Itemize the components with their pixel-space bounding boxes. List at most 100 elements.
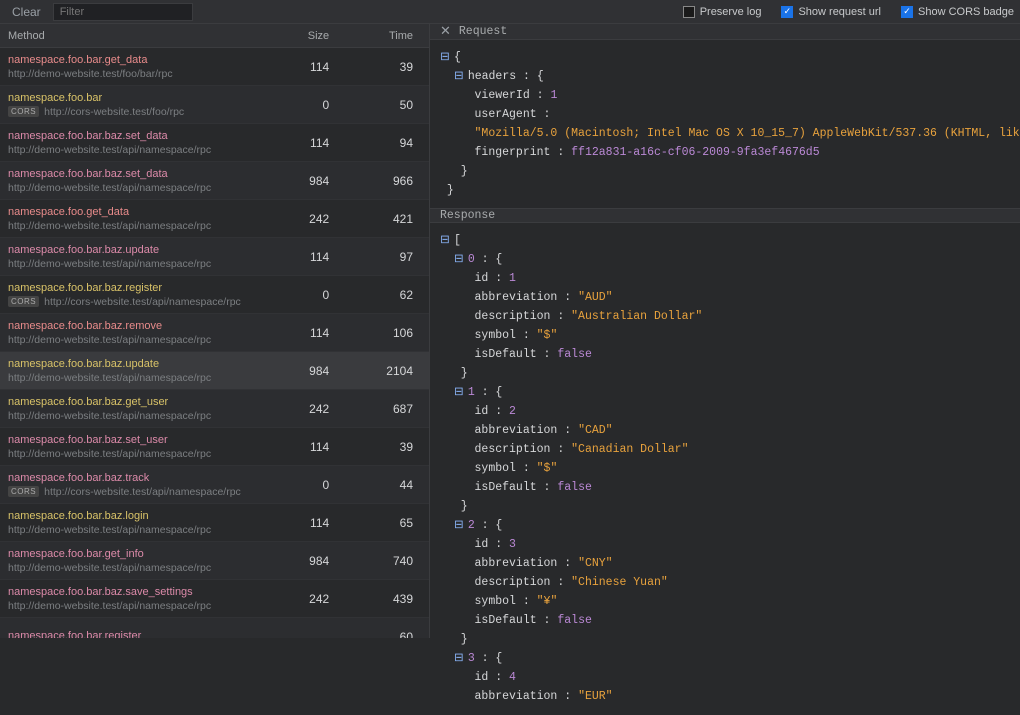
table-row[interactable]: namespace.foo.bar.baz.set_data http://dem… <box>0 124 429 162</box>
response-title: Response <box>440 209 495 222</box>
time-cell: 94 <box>349 136 429 150</box>
method-name: namespace.foo.bar.baz.get_user <box>8 396 269 408</box>
table-row[interactable]: namespace.foo.bar.baz.get_user http://dem… <box>0 390 429 428</box>
table-row[interactable]: namespace.foo.bar.baz.set_datahttp://dem… <box>0 162 429 200</box>
collapse-icon[interactable]: ⊟ <box>440 231 450 250</box>
method-url: CORShttp://cors-website.test/api/namespa… <box>8 296 269 308</box>
time-cell: 44 <box>349 478 429 492</box>
request-header: ✕ Request <box>430 24 1020 40</box>
size-cell: 984 <box>269 364 349 378</box>
size-cell: 984 <box>269 554 349 568</box>
cors-badge: CORS <box>8 486 39 497</box>
filter-input[interactable] <box>53 3 193 21</box>
method-name: namespace.foo.bar.baz.set_user <box>8 434 269 446</box>
time-cell: 60 <box>349 630 429 639</box>
checkbox-label: Show request url <box>798 6 881 18</box>
method-name: namespace.foo.bar <box>8 92 269 104</box>
checkbox-icon <box>683 6 695 18</box>
size-cell: 242 <box>269 592 349 606</box>
time-cell: 421 <box>349 212 429 226</box>
cors-badge: CORS <box>8 106 39 117</box>
table-row[interactable]: namespace.foo.bar.baz.save_settings http:… <box>0 580 429 618</box>
col-time[interactable]: Time <box>349 30 429 42</box>
time-cell: 62 <box>349 288 429 302</box>
method-name: namespace.foo.bar.baz.login <box>8 510 269 522</box>
method-url: http://demo-website.test/api/namespace/r… <box>8 220 269 232</box>
method-url: CORShttp://cors-website.test/foo/rpc <box>8 106 269 118</box>
table-row[interactable]: namespace.foo.bar.baz.trackCORShttp://co… <box>0 466 429 504</box>
checkbox-icon <box>781 6 793 18</box>
method-url: http://demo-website.test/api/namespace/r… <box>8 562 269 574</box>
time-cell: 687 <box>349 402 429 416</box>
checkbox-label: Show CORS badge <box>918 6 1014 18</box>
collapse-icon[interactable]: ⊟ <box>454 67 464 86</box>
time-cell: 65 <box>349 516 429 530</box>
method-url: http://demo-website.test/api/namespace/r… <box>8 524 269 536</box>
method-name: namespace.foo.bar.baz.update <box>8 244 269 256</box>
size-cell: 114 <box>269 250 349 264</box>
size-cell: 984 <box>269 174 349 188</box>
method-name: namespace.foo.bar.baz.remove <box>8 320 269 332</box>
method-url: http://demo-website.test/api/namespace/r… <box>8 410 269 422</box>
toolbar: Clear Preserve log Show request url Show… <box>0 0 1020 24</box>
preserve-log-checkbox[interactable]: Preserve log <box>683 6 762 18</box>
time-cell: 39 <box>349 60 429 74</box>
collapse-icon[interactable]: ⊟ <box>454 383 464 402</box>
method-name: namespace.foo.bar.baz.track <box>8 472 269 484</box>
size-cell: 242 <box>269 212 349 226</box>
detail-panel: ✕ Request ⊟{ ⊟headers : { viewerId : 1 u… <box>430 24 1020 638</box>
table-row[interactable]: namespace.foo.bar.baz.login http://demo-w… <box>0 504 429 542</box>
collapse-icon[interactable]: ⊟ <box>454 250 464 269</box>
request-body: ⊟{ ⊟headers : { viewerId : 1 userAgent :… <box>430 40 1020 208</box>
collapse-icon[interactable]: ⊟ <box>440 48 450 67</box>
method-url: http://demo-website.test/api/namespace/r… <box>8 334 269 346</box>
time-cell: 39 <box>349 440 429 454</box>
collapse-icon[interactable]: ⊟ <box>454 516 464 535</box>
collapse-icon[interactable]: ⊟ <box>454 649 464 668</box>
table-row[interactable]: namespace.foo.bar CORShttp://cors-website… <box>0 86 429 124</box>
response-body: ⊟[ ⊟0 : { id : 1 abbreviation : "AUD" de… <box>430 223 1020 714</box>
method-url: http://demo-website.test/api/namespace/r… <box>8 144 269 156</box>
table-row[interactable]: namespace.foo.bar.baz.set_userhttp://dem… <box>0 428 429 466</box>
request-title: Request <box>459 25 507 38</box>
time-cell: 50 <box>349 98 429 112</box>
table-header: Method Size Time <box>0 24 429 48</box>
method-name: namespace.foo.bar.baz.set_data <box>8 130 269 142</box>
method-name: namespace.foo.bar.get_info <box>8 548 269 560</box>
method-name: namespace.foo.bar.baz.save_settings <box>8 586 269 598</box>
time-cell: 966 <box>349 174 429 188</box>
time-cell: 106 <box>349 326 429 340</box>
method-name: namespace.foo.get_data <box>8 206 269 218</box>
col-size[interactable]: Size <box>269 30 349 42</box>
method-name: namespace.foo.bar.baz.update <box>8 358 269 370</box>
show-request-url-checkbox[interactable]: Show request url <box>781 6 881 18</box>
table-row[interactable]: namespace.foo.get_data http://demo-websit… <box>0 200 429 238</box>
time-cell: 740 <box>349 554 429 568</box>
show-cors-badge-checkbox[interactable]: Show CORS badge <box>901 6 1014 18</box>
table-row[interactable]: namespace.foo.bar.baz.updatehttp://demo-… <box>0 352 429 390</box>
col-method[interactable]: Method <box>0 30 269 42</box>
size-cell: 114 <box>269 326 349 340</box>
table-row[interactable]: namespace.foo.bar.baz.register CORShttp:/… <box>0 276 429 314</box>
table-row[interactable]: namespace.foo.bar.get_info http://demo-we… <box>0 542 429 580</box>
table-row[interactable]: namespace.foo.bar.baz.updatehttp://demo-… <box>0 238 429 276</box>
request-list: Method Size Time namespace.foo.bar.get_d… <box>0 24 430 638</box>
size-cell: 0 <box>269 98 349 112</box>
response-header: Response <box>430 208 1020 223</box>
time-cell: 2104 <box>349 364 429 378</box>
method-url: http://demo-website.test/api/namespace/r… <box>8 182 269 194</box>
table-row[interactable]: namespace.foo.bar.baz.remove http://demo-… <box>0 314 429 352</box>
method-url: http://demo-website.test/api/namespace/r… <box>8 600 269 612</box>
clear-button[interactable]: Clear <box>6 3 47 21</box>
method-url: http://demo-website.test/foo/bar/rpc <box>8 68 269 80</box>
size-cell: 114 <box>269 60 349 74</box>
table-row[interactable]: namespace.foo.bar.register 60 <box>0 618 429 638</box>
close-icon[interactable]: ✕ <box>440 24 451 39</box>
method-name: namespace.foo.bar.baz.register <box>8 282 269 294</box>
time-cell: 97 <box>349 250 429 264</box>
size-cell: 0 <box>269 288 349 302</box>
table-row[interactable]: namespace.foo.bar.get_datahttp://demo-we… <box>0 48 429 86</box>
method-name: namespace.foo.bar.register <box>8 630 269 639</box>
size-cell: 242 <box>269 402 349 416</box>
size-cell: 114 <box>269 516 349 530</box>
